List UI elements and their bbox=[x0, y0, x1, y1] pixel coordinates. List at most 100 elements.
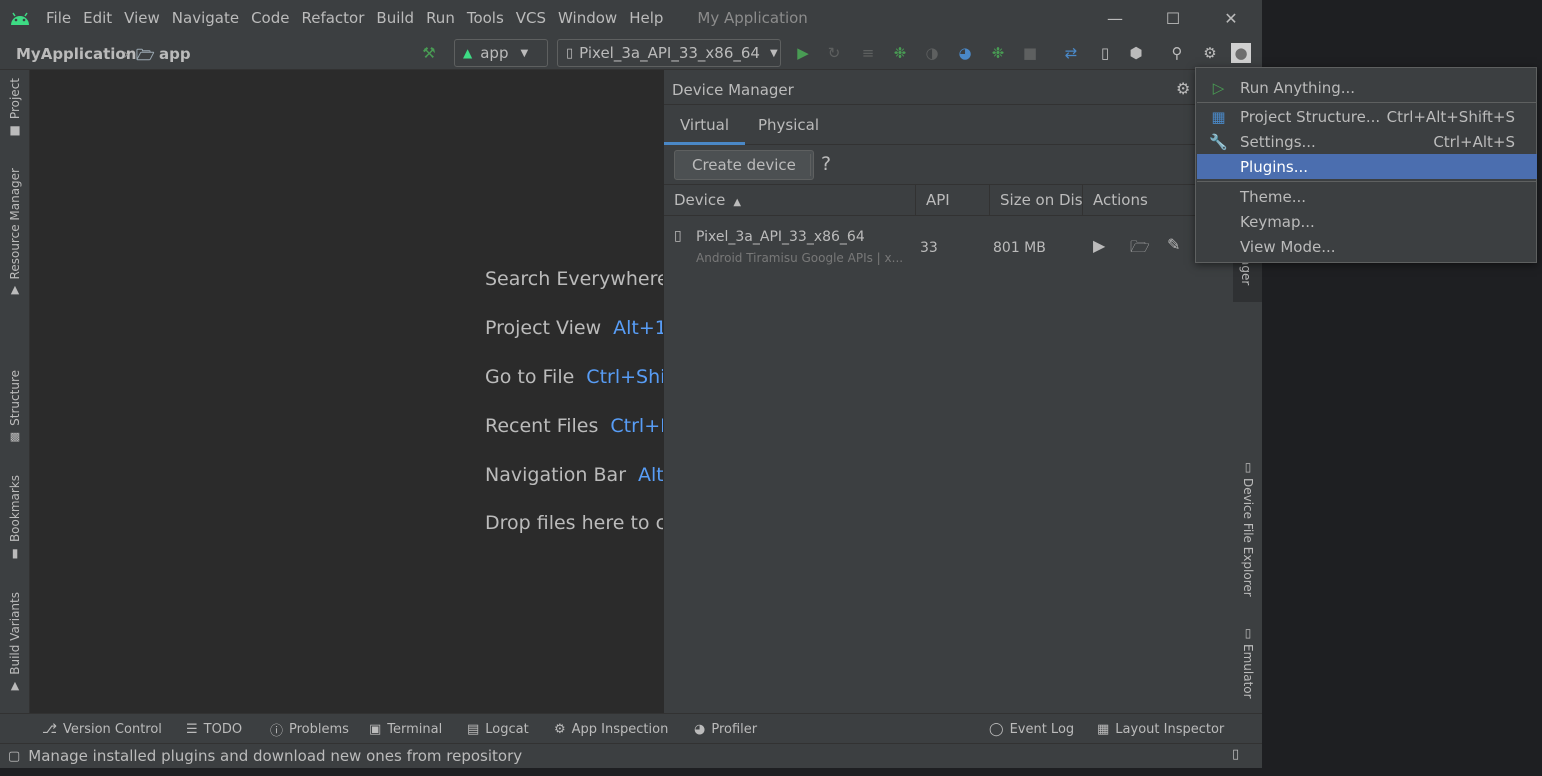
menu-edit[interactable]: Edit bbox=[77, 0, 118, 36]
menu-navigate[interactable]: Navigate bbox=[166, 0, 245, 36]
device-selector[interactable]: ▯ Pixel_3a_API_33_x86_64 ▼ bbox=[557, 39, 781, 67]
tab-structure[interactable]: Structure ▩ bbox=[2, 370, 28, 443]
build-hammer-icon[interactable]: ⚒ bbox=[418, 42, 440, 64]
tab-project[interactable]: Project ■ bbox=[2, 78, 28, 137]
notification-icon[interactable]: ▯ bbox=[1232, 747, 1239, 762]
divider bbox=[810, 154, 811, 176]
tab-todo[interactable]: ☰ TODO bbox=[186, 714, 242, 744]
menu-window[interactable]: Window bbox=[552, 0, 623, 36]
gear-icon[interactable]: ⚙ bbox=[1176, 79, 1190, 98]
menu-item-plugins[interactable]: Plugins... bbox=[1197, 154, 1537, 179]
tab-profiler[interactable]: ◕ Profiler bbox=[694, 714, 757, 744]
profile-icon[interactable]: ◕ bbox=[954, 42, 976, 64]
hint-label: Navigation Bar bbox=[485, 464, 627, 486]
event-log-icon: ◯ bbox=[989, 721, 1004, 737]
menu-help[interactable]: Help bbox=[623, 0, 669, 36]
coverage-icon[interactable]: ◑ bbox=[921, 42, 943, 64]
tab-terminal[interactable]: ▣ Terminal bbox=[369, 714, 442, 744]
tab-emulator[interactable]: ▯ Emulator bbox=[1235, 626, 1261, 699]
minimize-button[interactable]: — bbox=[1086, 0, 1144, 36]
project-structure-icon: ▦ bbox=[1211, 107, 1226, 126]
column-device[interactable]: Device ▲ bbox=[664, 185, 916, 216]
tab-build-variants-label: Build Variants bbox=[8, 592, 22, 675]
open-folder-icon[interactable]: 🗁 bbox=[1130, 236, 1150, 263]
edit-pencil-icon[interactable]: ✎ bbox=[1167, 235, 1180, 254]
device-manager-icon[interactable]: ▯ bbox=[1094, 42, 1116, 64]
menu-item-settings[interactable]: 🔧 Settings... Ctrl+Alt+S bbox=[1197, 129, 1537, 154]
menu-item-keymap[interactable]: Keymap... bbox=[1197, 209, 1537, 234]
launch-device-icon[interactable]: ▶ bbox=[1093, 236, 1105, 255]
run-icon[interactable]: ▶ bbox=[792, 42, 814, 64]
device-api: 33 bbox=[920, 240, 938, 256]
menu-tools[interactable]: Tools bbox=[461, 0, 510, 36]
device-manager-panel: Device Manager ⚙ Virtual Physical Create… bbox=[663, 70, 1233, 713]
menu-run[interactable]: Run bbox=[420, 0, 461, 36]
column-device-label: Device bbox=[674, 191, 726, 209]
hint-shortcut: Alt+1 bbox=[613, 317, 667, 339]
menu-separator bbox=[1197, 102, 1537, 103]
sync-gradle-icon[interactable]: ⇄ bbox=[1060, 42, 1082, 64]
sdk-manager-icon[interactable]: ⬢ bbox=[1125, 42, 1147, 64]
menu-view[interactable]: View bbox=[118, 0, 166, 36]
apply-changes-icon[interactable]: ↻ bbox=[823, 42, 845, 64]
tab-layout-inspector[interactable]: ▦ Layout Inspector bbox=[1097, 714, 1224, 744]
chevron-down-icon: ▼ bbox=[769, 47, 778, 59]
tab-version-control[interactable]: ⎇ Version Control bbox=[42, 714, 162, 744]
version-control-icon: ⎇ bbox=[42, 721, 57, 737]
menu-item-label: View Mode... bbox=[1240, 237, 1336, 256]
menu-refactor[interactable]: Refactor bbox=[295, 0, 370, 36]
menu-item-label: Theme... bbox=[1240, 187, 1307, 206]
menu-item-theme[interactable]: Theme... bbox=[1197, 184, 1537, 209]
window-title: My Application bbox=[697, 9, 808, 27]
tab-build-variants[interactable]: Build Variants ▲ bbox=[2, 592, 28, 692]
folder-icon: 🗁 bbox=[136, 46, 155, 64]
menu-file[interactable]: File bbox=[40, 0, 77, 36]
tab-bookmarks[interactable]: Bookmarks ▮ bbox=[2, 475, 28, 560]
menu-build[interactable]: Build bbox=[370, 0, 420, 36]
help-icon[interactable]: ? bbox=[821, 153, 831, 175]
chevron-down-icon: ▼ bbox=[520, 47, 529, 59]
tab-logcat[interactable]: ▤ Logcat bbox=[467, 714, 529, 744]
maximize-button[interactable]: ☐ bbox=[1144, 0, 1202, 36]
menu-vcs[interactable]: VCS bbox=[510, 0, 552, 36]
breadcrumb-module[interactable]: app bbox=[159, 45, 191, 63]
breadcrumb-project[interactable]: MyApplication bbox=[16, 45, 136, 63]
device-selector-label: Pixel_3a_API_33_x86_64 bbox=[579, 44, 760, 62]
tab-device-file-explorer[interactable]: ▯ Device File Explorer bbox=[1235, 460, 1261, 597]
menu-item-run-anything[interactable]: ▷ Run Anything... bbox=[1197, 75, 1537, 100]
run-config-selector[interactable]: ▲ app ▼ bbox=[454, 39, 548, 67]
android-studio-logo-icon bbox=[0, 0, 40, 36]
gear-icon[interactable]: ⚙ bbox=[1199, 42, 1221, 64]
column-api[interactable]: API bbox=[916, 185, 990, 216]
hint-go-to-file: Go to File Ctrl+Shi bbox=[485, 366, 665, 388]
device-tabs: Virtual Physical bbox=[664, 104, 1233, 145]
menu-item-view-mode[interactable]: View Mode... bbox=[1197, 234, 1537, 259]
tab-todo-label: TODO bbox=[203, 721, 243, 737]
menu-item-label: Project Structure... bbox=[1240, 107, 1381, 126]
tab-problems[interactable]: ⓘ Problems bbox=[270, 714, 349, 744]
tab-problems-label: Problems bbox=[289, 721, 349, 737]
tool-windows-toggle-icon[interactable]: ▢ bbox=[8, 749, 20, 764]
close-button[interactable]: ✕ bbox=[1202, 0, 1260, 36]
tab-app-inspection[interactable]: ⚙ App Inspection bbox=[554, 714, 668, 744]
search-icon[interactable]: ⚲ bbox=[1166, 42, 1188, 64]
create-device-button[interactable]: Create device bbox=[674, 150, 814, 180]
close-icon: ✕ bbox=[1224, 8, 1238, 28]
app-inspection-icon: ⚙ bbox=[554, 721, 566, 737]
tab-resource-manager[interactable]: Resource Manager ▲ bbox=[2, 168, 28, 296]
apply-code-changes-icon[interactable]: ≡ bbox=[857, 42, 879, 64]
attach-debugger-icon[interactable]: ❉ bbox=[987, 42, 1009, 64]
menu-item-label: Keymap... bbox=[1240, 212, 1315, 231]
table-row[interactable]: ▯ Pixel_3a_API_33_x86_64 Android Tiramis… bbox=[664, 216, 1233, 278]
column-size[interactable]: Size on Disk bbox=[990, 185, 1083, 216]
emulator-icon: ▯ bbox=[1244, 626, 1252, 640]
tab-event-log[interactable]: ◯ Event Log bbox=[989, 714, 1074, 744]
menu-code[interactable]: Code bbox=[245, 0, 295, 36]
avatar-icon[interactable]: ● bbox=[1231, 43, 1251, 63]
menu-item-project-structure[interactable]: ▦ Project Structure... Ctrl+Alt+Shift+S bbox=[1197, 104, 1537, 129]
debug-icon[interactable]: ❉ bbox=[889, 42, 911, 64]
tab-event-log-label: Event Log bbox=[1009, 721, 1075, 737]
tab-virtual[interactable]: Virtual bbox=[664, 105, 746, 145]
stop-icon[interactable]: ■ bbox=[1019, 42, 1041, 64]
tab-physical[interactable]: Physical bbox=[742, 105, 835, 145]
